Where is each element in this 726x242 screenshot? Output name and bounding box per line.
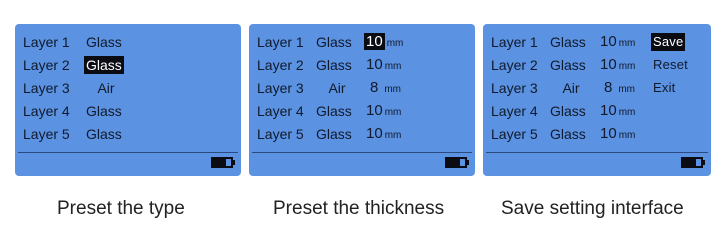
layer-type-selected[interactable]: Glass [84, 56, 124, 74]
layer-label: Layer 4 [491, 103, 538, 119]
layer-label: Layer 4 [23, 103, 70, 119]
status-divider [18, 152, 238, 153]
layer-label: Layer 3 [23, 80, 70, 96]
status-divider [486, 152, 708, 153]
layer-label: Layer 5 [491, 126, 538, 142]
thickness-value: 10 mm [600, 125, 636, 142]
layer-label: Layer 2 [491, 57, 538, 73]
thickness-value[interactable]: 10 mm [366, 125, 401, 145]
lcd-screen: Layer 1 Glass 10 mm Layer 2 Glass 10 mm La… [249, 24, 475, 176]
layer-label: Layer 2 [23, 57, 70, 73]
panel-preset-type: Layer 1 Glass Layer 2 Glass Layer 3 Air … [11, 21, 245, 179]
layer-type: Glass [316, 34, 352, 50]
layer-label: Layer 2 [257, 57, 304, 73]
three-screen-illustration: Layer 1 Glass Layer 2 Glass Layer 3 Air … [0, 0, 726, 242]
layer-label: Layer 1 [257, 34, 304, 50]
layer-type: Glass [316, 126, 352, 142]
exit-menu-item[interactable]: Exit [653, 79, 675, 97]
thickness-value-selected[interactable]: 10 mm [364, 33, 403, 53]
layer-type[interactable]: Air [84, 79, 128, 97]
lcd-screen: Layer 1 Glass 10 mm Save Layer 2 Glass 10… [483, 24, 711, 176]
panel-save-setting: Layer 1 Glass 10 mm Save Layer 2 Glass 10… [479, 21, 715, 179]
caption-save-setting: Save setting interface [501, 198, 684, 219]
battery-icon [681, 157, 705, 168]
save-menu-item[interactable]: Save [651, 33, 686, 51]
layer-type: Glass [550, 57, 586, 73]
thickness-value: 10 mm [600, 33, 636, 50]
thickness-value: 10 mm [600, 56, 636, 73]
thickness-value: 8 mm [604, 79, 636, 96]
caption-preset-type: Preset the type [57, 198, 185, 219]
layer-type[interactable]: Glass [86, 102, 122, 120]
layer-label: Layer 5 [23, 126, 70, 142]
layer-type: Air [328, 80, 346, 96]
layer-label: Layer 1 [23, 34, 70, 50]
layer-type: Glass [316, 57, 352, 73]
battery-icon [445, 157, 469, 168]
layer-label: Layer 4 [257, 103, 304, 119]
status-divider [252, 152, 472, 153]
thickness-value[interactable]: 10 mm [366, 102, 401, 122]
layer-label: Layer 3 [491, 80, 538, 96]
lcd-screen: Layer 1 Glass Layer 2 Glass Layer 3 Air … [15, 24, 241, 176]
thickness-value[interactable]: 8 mm [370, 79, 401, 99]
thickness-value[interactable]: 10 mm [366, 56, 401, 76]
layer-label: Layer 3 [257, 80, 304, 96]
layer-label: Layer 1 [491, 34, 538, 50]
thickness-value: 10 mm [600, 102, 636, 119]
layer-type: Glass [316, 103, 352, 119]
reset-menu-item[interactable]: Reset [653, 56, 688, 74]
caption-preset-thickness: Preset the thickness [273, 198, 445, 219]
layer-type[interactable]: Glass [86, 125, 122, 143]
layer-type: Glass [550, 34, 586, 50]
battery-icon [211, 157, 235, 168]
layer-type: Glass [550, 103, 586, 119]
panel-preset-thickness: Layer 1 Glass 10 mm Layer 2 Glass 10 mm La… [245, 21, 479, 179]
layer-type: Glass [550, 126, 586, 142]
layer-type: Air [562, 80, 580, 96]
layer-label: Layer 5 [257, 126, 304, 142]
layer-type[interactable]: Glass [86, 33, 122, 51]
